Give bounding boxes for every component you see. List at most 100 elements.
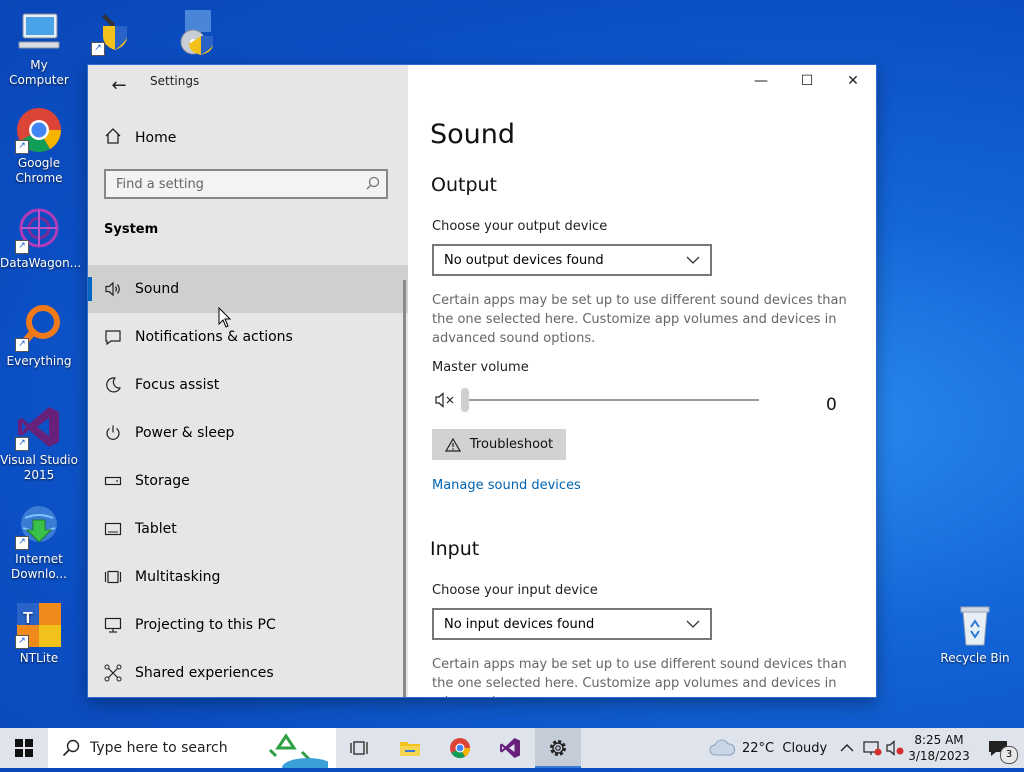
section-label-system: System	[104, 222, 159, 237]
minimize-button[interactable]: —	[738, 65, 784, 97]
weather-widget[interactable]: 22°C Cloudy	[708, 728, 828, 768]
home-nav-item[interactable]: Home	[104, 125, 176, 151]
input-device-label: Choose your input device	[432, 583, 598, 598]
desktop-icon-tool[interactable]: ↗	[76, 8, 154, 60]
start-button[interactable]	[0, 728, 48, 768]
visual-studio-icon: ↗	[15, 403, 63, 451]
mouse-cursor-icon	[218, 307, 232, 328]
projector-icon	[104, 616, 122, 634]
speaker-muted-icon	[886, 740, 904, 756]
warning-icon	[444, 437, 461, 452]
sidebar-item-label: Sound	[135, 281, 180, 297]
desktop-icon-datawagon[interactable]: ↗ DataWagon...	[0, 206, 81, 271]
disc-shield-icon	[171, 8, 219, 56]
desktop-icon-label: Google Chrome	[15, 156, 63, 185]
volume-tray-icon[interactable]	[884, 728, 906, 768]
maximize-button[interactable]: ☐	[784, 65, 830, 97]
speaker-muted-icon[interactable]	[435, 392, 455, 412]
storage-icon	[104, 472, 122, 490]
find-setting-search[interactable]	[104, 169, 388, 199]
sidebar-item-power-sleep[interactable]: Power & sleep	[88, 409, 408, 457]
desktop-icon-chrome[interactable]: ↗ Google Chrome	[0, 106, 78, 186]
cloud-icon	[709, 739, 736, 756]
system-nav-list: Sound Notifications & actions Focus assi…	[88, 265, 408, 697]
shortcut-arrow-icon: ↗	[15, 635, 29, 649]
taskbar-visual-studio[interactable]	[487, 728, 533, 768]
power-icon	[104, 424, 122, 442]
sidebar-item-label: Notifications & actions	[135, 329, 293, 345]
sidebar-item-tablet[interactable]: Tablet	[88, 505, 408, 553]
desktop-icon-ntlite[interactable]: T ↗ NTLite	[0, 601, 78, 666]
datawagon-icon: ↗	[15, 206, 63, 254]
desktop-icon-everything[interactable]: ↗ Everything	[0, 304, 78, 369]
sidebar-item-focus-assist[interactable]: Focus assist	[88, 361, 408, 409]
sidebar-item-label: Projecting to this PC	[135, 617, 276, 633]
output-device-dropdown[interactable]: No output devices found	[432, 244, 712, 276]
desktop-icon-visual-studio[interactable]: ↗ Visual Studio 2015	[0, 403, 78, 483]
ntlite-icon: T ↗	[15, 601, 63, 649]
taskbar-chrome[interactable]	[437, 728, 483, 768]
manage-sound-devices-link[interactable]: Manage sound devices	[432, 478, 581, 493]
search-icon	[62, 739, 80, 757]
sidebar-item-sound[interactable]: Sound	[88, 265, 408, 313]
task-view-icon	[350, 741, 368, 755]
chevron-down-icon	[686, 253, 700, 268]
master-volume-slider-thumb[interactable]	[461, 388, 469, 412]
gear-icon	[550, 740, 566, 756]
clock[interactable]: 8:25 AM 3/18/2023	[908, 728, 970, 768]
internet-download-manager-icon: ↗	[15, 502, 63, 550]
chrome-icon: ↗	[15, 106, 63, 154]
sidebar-item-notifications[interactable]: Notifications & actions	[88, 313, 408, 361]
task-view-button[interactable]	[337, 728, 383, 768]
sidebar-item-storage[interactable]: Storage	[88, 457, 408, 505]
taskbar-settings[interactable]	[535, 728, 581, 768]
shortcut-arrow-icon: ↗	[15, 240, 29, 254]
visual-studio-icon	[500, 738, 520, 758]
desktop-icon-label: NTLite	[19, 651, 59, 665]
desktop-icon-installer[interactable]	[156, 8, 234, 60]
sidebar-scrollbar[interactable]	[403, 280, 406, 697]
desktop-icon-my-computer[interactable]: My Computer	[0, 8, 78, 88]
output-device-value: No output devices found	[444, 252, 604, 268]
input-device-value: No input devices found	[444, 616, 595, 632]
sidebar-item-projecting[interactable]: Projecting to this PC	[88, 601, 408, 649]
show-hidden-icons-button[interactable]	[836, 728, 858, 768]
input-description: Certain apps may be set up to use differ…	[432, 657, 847, 697]
taskbar-search-placeholder: Type here to search	[90, 740, 228, 756]
taskbar: Type here to search 22°C Cloudy 8:25 AM …	[0, 728, 1024, 772]
master-volume-label: Master volume	[432, 360, 529, 375]
shield-tool-icon: ↗	[91, 8, 139, 56]
clock-time: 8:25 AM	[914, 733, 964, 747]
desktop-icon-label: Internet Downlo...	[11, 552, 67, 581]
desktop-icon-idm[interactable]: ↗ Internet Downlo...	[0, 502, 78, 582]
chevron-down-icon	[686, 617, 700, 632]
sidebar-item-label: Tablet	[135, 521, 177, 537]
search-icon[interactable]	[366, 176, 380, 194]
sidebar-item-multitasking[interactable]: Multitasking	[88, 553, 408, 601]
sidebar: ← Settings Home System Sound	[88, 65, 408, 697]
sidebar-item-label: Power & sleep	[135, 425, 235, 441]
share-icon	[104, 664, 122, 682]
home-icon	[104, 127, 122, 149]
desktop-icon-recycle-bin[interactable]: Recycle Bin	[936, 601, 1014, 666]
close-button[interactable]: ✕	[830, 65, 876, 97]
master-volume-slider-track[interactable]	[464, 399, 759, 401]
sidebar-item-shared-experiences[interactable]: Shared experiences	[88, 649, 408, 697]
weather-text: 22°C Cloudy	[742, 740, 828, 756]
input-device-dropdown[interactable]: No input devices found	[432, 608, 712, 640]
clock-date: 3/18/2023	[908, 749, 970, 763]
network-tray-icon[interactable]	[860, 728, 884, 768]
svg-text:T: T	[23, 610, 33, 627]
search-input[interactable]	[106, 171, 366, 197]
action-center-button[interactable]: 3	[978, 728, 1018, 768]
notification-icon	[104, 328, 122, 346]
taskbar-search-box[interactable]: Type here to search	[48, 728, 336, 772]
taskbar-file-explorer[interactable]	[387, 728, 433, 768]
windows-logo-icon	[15, 739, 33, 757]
sidebar-item-label: Multitasking	[135, 569, 221, 585]
troubleshoot-button[interactable]: Troubleshoot	[432, 429, 566, 460]
everything-search-icon: ↗	[15, 304, 63, 352]
chevron-up-icon	[840, 744, 854, 752]
shortcut-arrow-icon: ↗	[15, 140, 29, 154]
back-arrow-icon[interactable]: ←	[104, 71, 134, 101]
